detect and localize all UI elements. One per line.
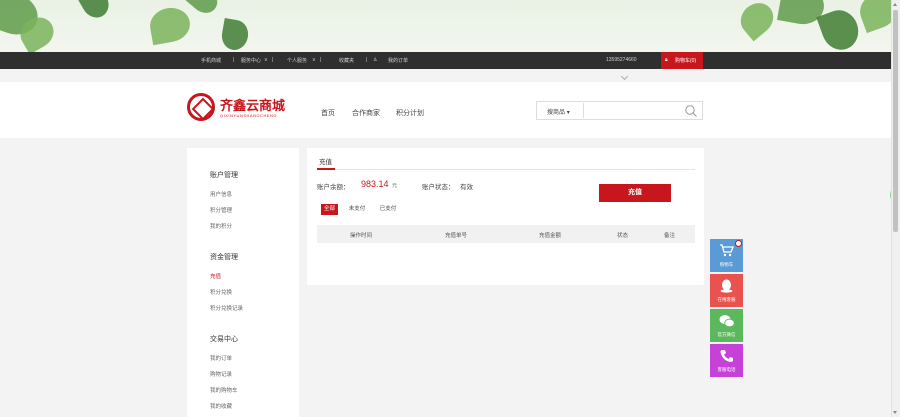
- phone-icon: [720, 350, 733, 362]
- float-wechat-label: 官方微信: [717, 332, 736, 337]
- nav-points-plan[interactable]: 积分计划: [396, 108, 424, 118]
- leaf-decoration: [855, 0, 891, 34]
- filter-tab-all[interactable]: 全部: [321, 204, 338, 215]
- balance-value: 983.14: [361, 179, 389, 189]
- qq-icon: [720, 279, 733, 293]
- sidebar-item-my-cart[interactable]: 我的购物车: [210, 386, 238, 394]
- filter-tab-unpaid[interactable]: 未支付: [345, 204, 369, 215]
- float-cart-label: 购物车: [719, 262, 734, 267]
- cart-icon: [720, 244, 734, 257]
- search-input[interactable]: [588, 104, 678, 117]
- col-recharge-amount: 充值金额: [539, 233, 562, 239]
- account-status-label: 账户状态：: [422, 184, 455, 191]
- cart-button[interactable]: 🔒︎ 购物车(0): [661, 52, 703, 69]
- user-icon: ♙: [373, 57, 378, 63]
- float-phone-button[interactable]: 客服电话: [710, 344, 743, 377]
- leaf-decoration: [76, 0, 114, 23]
- search-category-label: 搜商品: [547, 110, 566, 116]
- tab-recharge[interactable]: 充值: [319, 156, 332, 166]
- leaf-decoration: [816, 5, 864, 52]
- cart-button-label: 购物车(0): [675, 58, 697, 64]
- nav-partners[interactable]: 合作商家: [352, 108, 380, 118]
- sidebar-heading-trade: 交易中心: [210, 336, 238, 343]
- phone-number: 13595274660: [606, 57, 637, 63]
- caret-down-icon: ▾: [566, 110, 570, 116]
- search-divider: [583, 103, 584, 118]
- cart-count-badge: [735, 240, 742, 247]
- float-online-service-button[interactable]: 在线客服: [710, 274, 743, 307]
- tab-divider: [317, 169, 695, 170]
- sidebar-item-user-info[interactable]: 用户信息: [210, 190, 232, 198]
- leaf-decoration: [147, 4, 193, 46]
- scroll-up-arrow[interactable]: [893, 3, 897, 6]
- col-recharge-number: 充值单号: [445, 233, 468, 239]
- account-status-value: 有效: [460, 184, 473, 191]
- tab-active-indicator: [317, 168, 335, 170]
- topbar-separator: |: [320, 57, 322, 63]
- float-phone-label: 客服电话: [717, 367, 736, 372]
- topbar-separator: |: [272, 57, 274, 63]
- sidebar-item-my-orders[interactable]: 我的订单: [210, 354, 232, 362]
- top-nav-bar: 手机商城 | 服务中心 ∨ | 个人服务 ∨ | 收藏夹 | ♙ 我的订单 13…: [0, 52, 891, 69]
- col-remark: 备注: [664, 233, 676, 239]
- sidebar-item-points-manage[interactable]: 积分管理: [210, 206, 232, 214]
- search-icon[interactable]: [684, 104, 698, 118]
- nav-home[interactable]: 首页: [321, 108, 335, 118]
- records-table-header: [317, 225, 695, 243]
- topbar-link-service[interactable]: 服务中心: [241, 57, 261, 64]
- balance-unit: 元: [392, 183, 398, 189]
- sidebar-heading-funds: 资金管理: [210, 254, 238, 261]
- search-category-select[interactable]: 搜商品 ▾: [547, 107, 570, 116]
- logo-subtitle: QIXINYUNSHANGCHENG: [220, 113, 278, 118]
- leaf-decoration: [219, 17, 251, 52]
- topbar-link-favorites[interactable]: 收藏夹: [339, 57, 354, 64]
- sidebar-item-recharge[interactable]: 充值: [210, 272, 221, 280]
- sidebar-item-my-favorites[interactable]: 我的收藏: [210, 402, 232, 410]
- topbar-separator: |: [366, 57, 368, 63]
- leaf-decoration: [734, 0, 780, 42]
- logo-text[interactable]: 齐鑫云商城: [220, 95, 285, 114]
- logo-icon[interactable]: [187, 93, 215, 121]
- col-operation-time: 操作时间: [350, 233, 373, 239]
- topbar-separator: |: [233, 57, 235, 63]
- leaf-decoration: [185, 0, 223, 19]
- wechat-icon: [719, 315, 735, 328]
- topbar-link-personal[interactable]: 个人服务: [287, 57, 307, 64]
- filter-tab-paid[interactable]: 已支付: [376, 204, 400, 215]
- chevron-down-icon: [620, 72, 629, 81]
- recharge-button[interactable]: 充值: [599, 184, 671, 202]
- sidebar-item-exchange-records[interactable]: 积分兑换记录: [210, 304, 243, 312]
- scrollbar-thumb[interactable]: [893, 10, 898, 232]
- site-header: [0, 82, 891, 138]
- float-wechat-button[interactable]: 官方微信: [710, 309, 743, 342]
- col-status: 状态: [617, 233, 629, 239]
- float-online-service-label: 在线客服: [717, 297, 736, 302]
- chevron-down-icon[interactable]: ∨: [312, 57, 316, 63]
- balance-label: 账户余额：: [317, 184, 350, 191]
- topbar-link-orders[interactable]: 我的订单: [388, 57, 408, 64]
- lock-icon: 🔒︎: [665, 57, 668, 63]
- sidebar-item-purchase-records[interactable]: 购物记录: [210, 370, 232, 378]
- topbar-link-mobile[interactable]: 手机商城: [201, 57, 221, 64]
- scroll-down-arrow[interactable]: [893, 411, 897, 414]
- top-banner: [0, 0, 891, 52]
- sidebar-item-my-points[interactable]: 我的积分: [210, 222, 232, 230]
- sidebar: [187, 148, 299, 417]
- sidebar-heading-account: 账户管理: [210, 172, 238, 179]
- chevron-down-icon[interactable]: ∨: [264, 57, 268, 63]
- sidebar-item-points-exchange[interactable]: 积分兑换: [210, 288, 232, 296]
